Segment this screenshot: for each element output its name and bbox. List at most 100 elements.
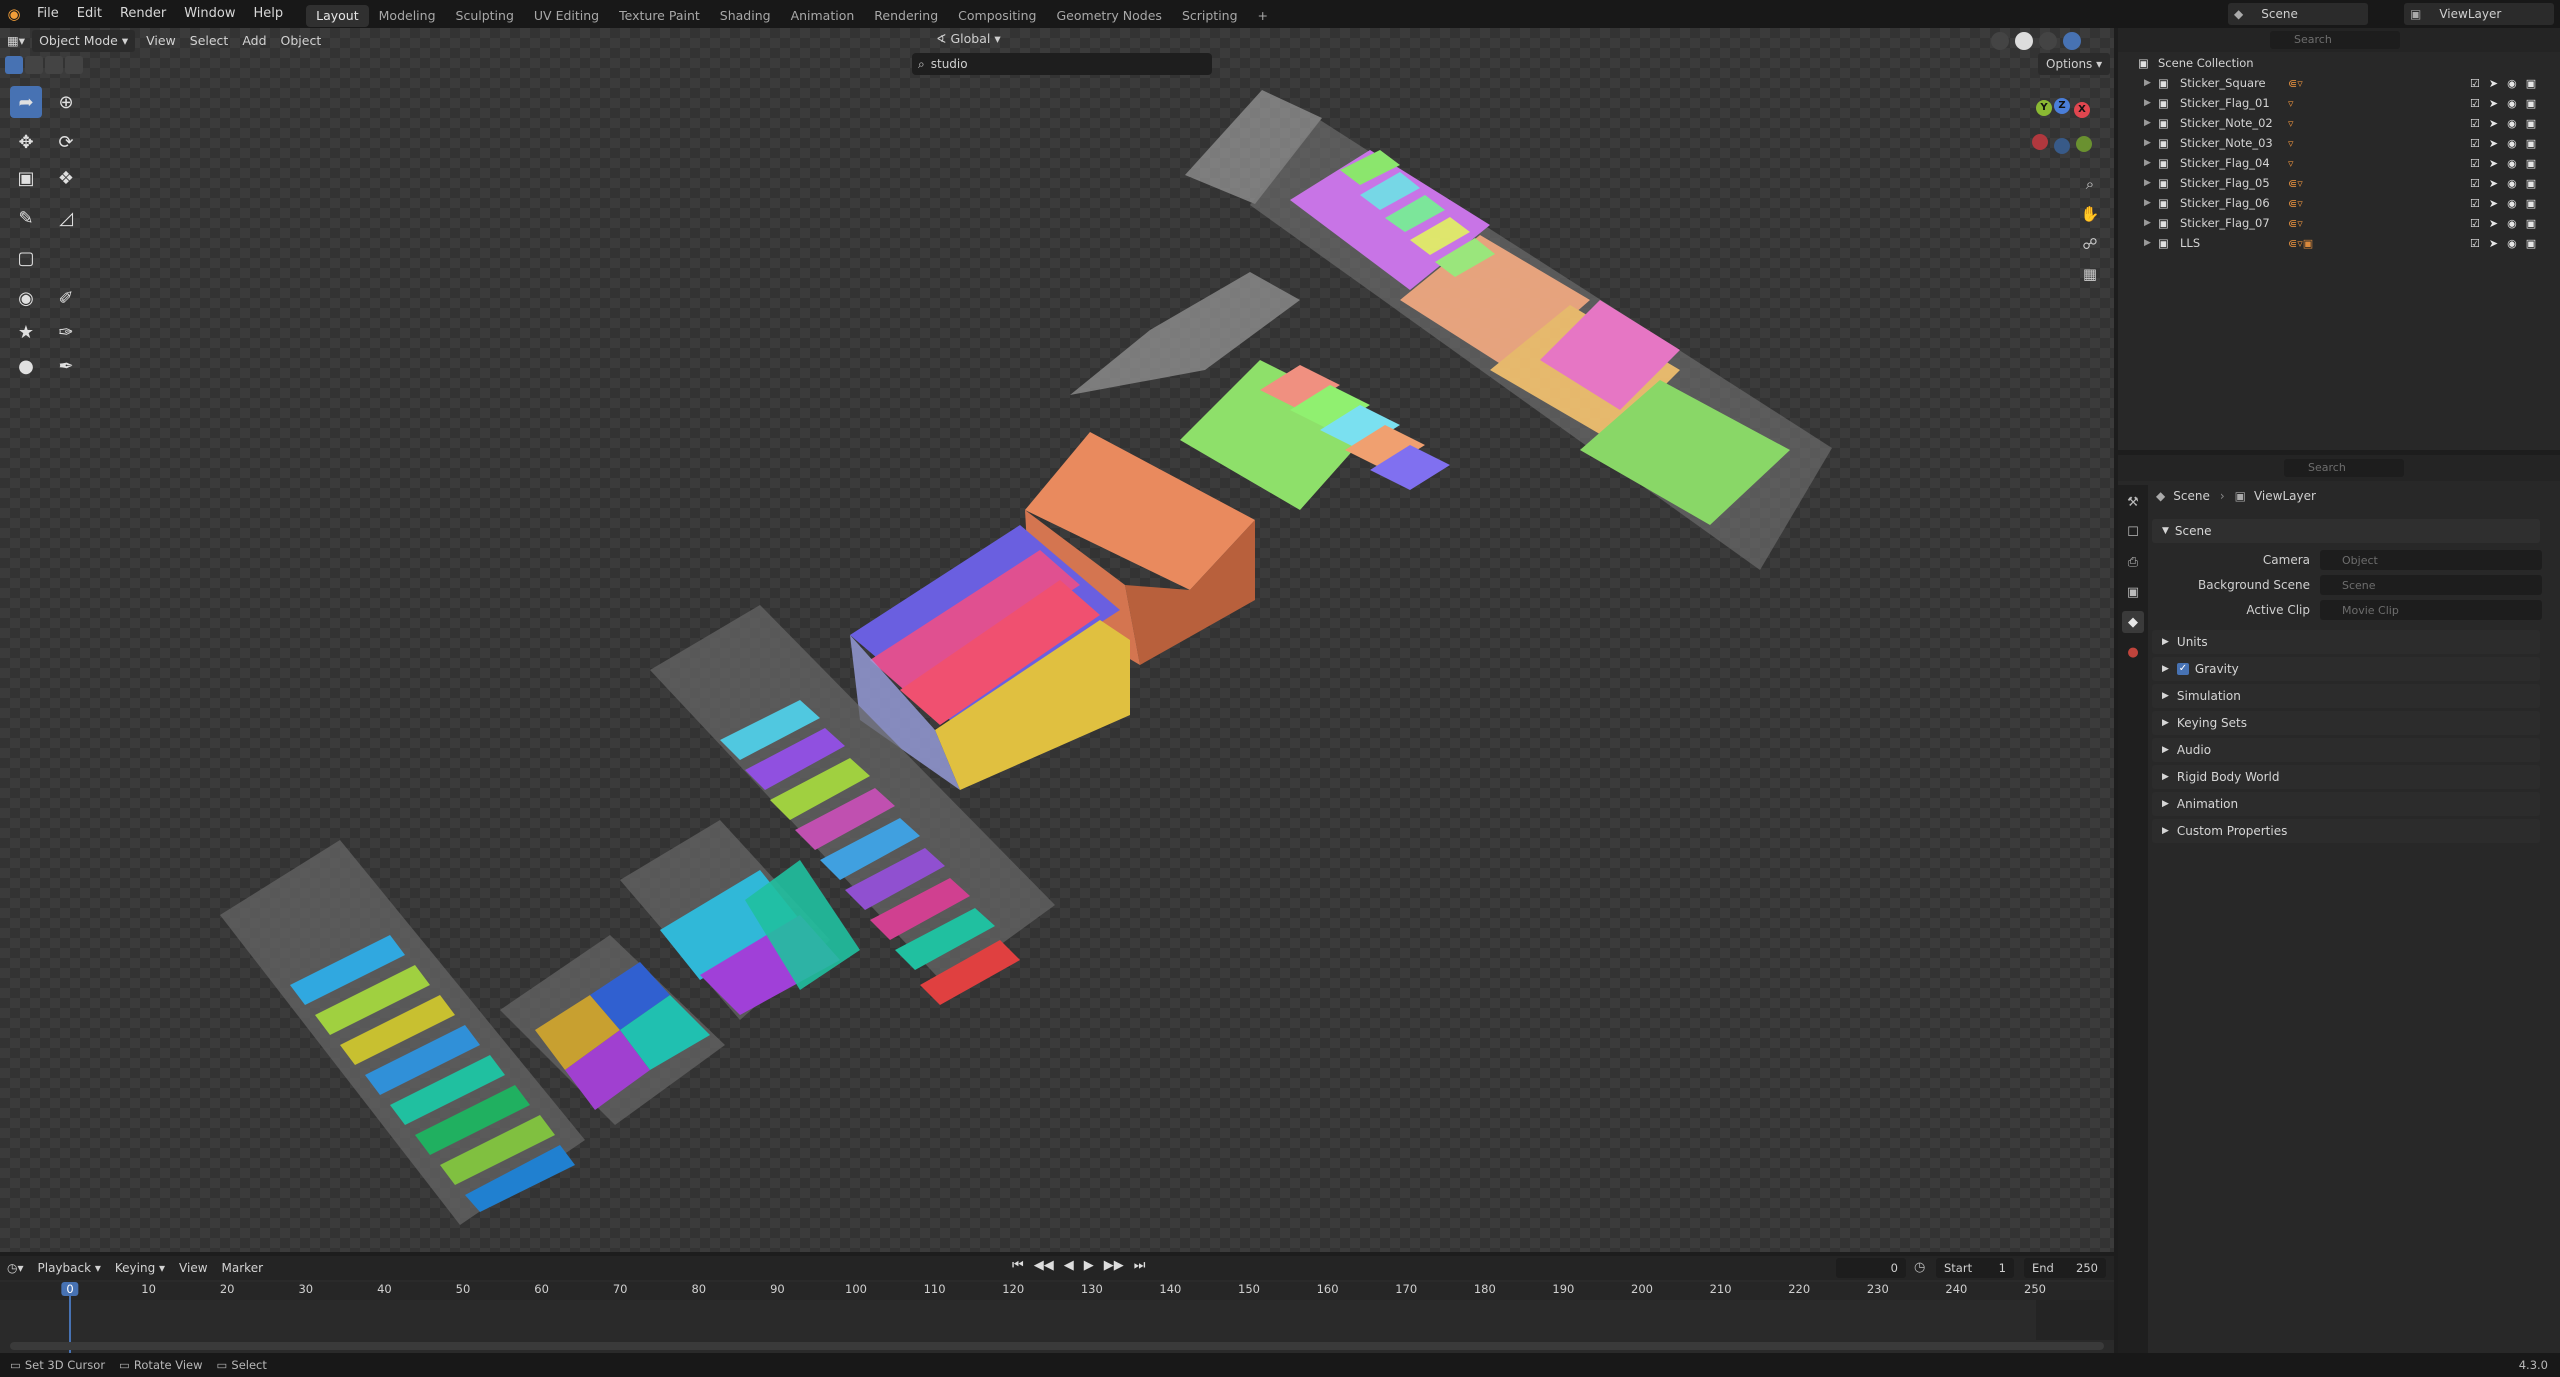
output-tab-icon[interactable]: ⎙	[2122, 551, 2144, 573]
zoom-icon[interactable]: ⌕	[2078, 172, 2102, 196]
viewlayer-selector[interactable]: ▣ ViewLayer	[2404, 3, 2554, 25]
select-subtract-icon[interactable]	[45, 56, 63, 74]
rendered-shading-icon[interactable]	[2063, 31, 2081, 50]
outliner-search-input[interactable]: Search	[2270, 31, 2400, 49]
select-arrow-icon[interactable]: ➤	[2489, 237, 2498, 250]
prev-keyframe-icon[interactable]: ◀◀	[1034, 1258, 1054, 1273]
select-arrow-icon[interactable]: ➤	[2489, 157, 2498, 170]
camera-icon[interactable]: ▣	[2526, 77, 2536, 90]
expand-arrow-icon[interactable]: ▶	[2144, 198, 2151, 208]
add-workspace-button[interactable]: +	[1248, 5, 1278, 27]
eye-icon[interactable]: ◉	[2507, 97, 2517, 110]
expand-arrow-icon[interactable]: ▶	[2144, 238, 2151, 248]
camera-icon[interactable]: ▣	[2526, 97, 2536, 110]
active-clip-field[interactable]: Movie Clip	[2320, 600, 2542, 620]
eye-icon[interactable]: ◉	[2507, 217, 2517, 230]
outliner-row[interactable]: ▶ ▣ Sticker_Flag_07 ⋐▿ ☑ ➤ ◉ ▣	[2118, 213, 2560, 233]
tool-tab-icon[interactable]: ⚒	[2122, 491, 2144, 513]
select-arrow-icon[interactable]: ➤	[2489, 197, 2498, 210]
pen-tool-icon[interactable]: ✒	[50, 350, 82, 382]
play-icon[interactable]: ▶	[1084, 1258, 1094, 1273]
stopwatch-icon[interactable]: ◷	[1914, 1260, 1925, 1275]
pin-tool-icon[interactable]: ◉	[10, 282, 42, 314]
select-arrow-icon[interactable]: ➤	[2489, 217, 2498, 230]
outliner-row[interactable]: ▶ ▣ Sticker_Flag_01 ▿ ☑ ➤ ◉ ▣	[2118, 93, 2560, 113]
eye-icon[interactable]: ◉	[2507, 77, 2517, 90]
panel-units[interactable]: ▶ Units	[2152, 630, 2540, 654]
editor-type-button[interactable]: ▦▾	[0, 30, 32, 52]
workspace-tab-compositing[interactable]: Compositing	[948, 5, 1046, 27]
timeline-menu-keying[interactable]: Keying ▾	[108, 1257, 172, 1279]
menu-render[interactable]: Render	[111, 0, 175, 28]
camera-icon[interactable]: ▣	[2526, 197, 2536, 210]
eye-icon[interactable]: ◉	[2507, 157, 2517, 170]
viewport-menu-object[interactable]: Object	[274, 30, 329, 52]
workspace-tab-geometry-nodes[interactable]: Geometry Nodes	[1047, 5, 1172, 27]
camera-icon[interactable]: ▣	[2526, 137, 2536, 150]
outliner-row[interactable]: ▶ ▣ Sticker_Note_03 ▿ ☑ ➤ ◉ ▣	[2118, 133, 2560, 153]
gizmo-x-icon[interactable]: X	[2074, 102, 2090, 118]
annotate-tool-icon[interactable]: ✎	[10, 202, 42, 234]
eye-icon[interactable]: ◉	[2507, 117, 2517, 130]
outliner-root-row[interactable]: ▣ Scene Collection	[2118, 53, 2560, 73]
outliner-row[interactable]: ▶ ▣ LLS ⋐▿▣ ☑ ➤ ◉ ▣	[2118, 233, 2560, 253]
transform-orientation[interactable]: ∢ Global ▾	[936, 31, 1001, 46]
expand-arrow-icon[interactable]: ▶	[2144, 178, 2151, 188]
view-layer-tab-icon[interactable]: ▣	[2122, 581, 2144, 603]
expand-arrow-icon[interactable]: ▶	[2144, 138, 2151, 148]
viewport-menu-view[interactable]: View	[139, 30, 183, 52]
timeline-menu-view[interactable]: View	[172, 1257, 214, 1279]
next-keyframe-icon[interactable]: ▶▶	[1104, 1258, 1124, 1273]
3d-viewport[interactable]	[0, 28, 2114, 1252]
select-intersect-icon[interactable]	[65, 56, 83, 74]
gizmo-neg-z-icon[interactable]	[2054, 138, 2070, 154]
play-reverse-icon[interactable]: ◀	[1064, 1258, 1074, 1273]
scene-selector[interactable]: ◆ Scene	[2228, 3, 2368, 25]
add-cube-tool-icon[interactable]: ▢	[10, 242, 42, 274]
brush-tool-icon[interactable]: ✐	[50, 282, 82, 314]
timeline-menu-playback[interactable]: Playback ▾	[31, 1257, 108, 1279]
camera-field[interactable]: Object	[2320, 550, 2542, 570]
properties-search-input[interactable]: Search	[2284, 459, 2404, 477]
expand-arrow-icon[interactable]: ▶	[2144, 78, 2151, 88]
timeline-editor[interactable]: ◷▾ Playback ▾ Keying ▾ View Marker ⏮ ◀◀ …	[0, 1256, 2114, 1360]
workspace-tab-shading[interactable]: Shading	[710, 5, 781, 27]
camera-icon[interactable]: ▣	[2526, 217, 2536, 230]
expand-arrow-icon[interactable]: ▶	[2144, 158, 2151, 168]
outliner-row[interactable]: ▶ ▣ Sticker_Note_02 ▿ ☑ ➤ ◉ ▣	[2118, 113, 2560, 133]
outliner-row[interactable]: ▶ ▣ Sticker_Flag_04 ▿ ☑ ➤ ◉ ▣	[2118, 153, 2560, 173]
viewport-menu-select[interactable]: Select	[183, 30, 236, 52]
smear-tool-icon[interactable]: ✑	[50, 316, 82, 348]
move-tool-icon[interactable]: ✥	[10, 126, 42, 158]
jump-start-icon[interactable]: ⏮	[1012, 1258, 1024, 1273]
eye-icon[interactable]: ◉	[2507, 197, 2517, 210]
expand-arrow-icon[interactable]: ▶	[2144, 98, 2151, 108]
transform-tool-icon[interactable]: ❖	[50, 162, 82, 194]
timeline-editor-type-icon[interactable]: ◷▾	[0, 1257, 31, 1279]
workspace-tab-texture-paint[interactable]: Texture Paint	[609, 5, 710, 27]
material-shading-icon[interactable]	[2039, 31, 2057, 50]
gizmo-neg-y-icon[interactable]	[2076, 136, 2092, 152]
scene-section-header[interactable]: ▼ Scene	[2152, 519, 2540, 543]
select-new-icon[interactable]	[5, 56, 23, 74]
measure-tool-icon[interactable]: ◿	[50, 202, 82, 234]
blender-logo-icon[interactable]: ◉	[0, 0, 28, 28]
checkbox-icon[interactable]: ☑	[2470, 197, 2480, 210]
panel-simulation[interactable]: ▶ Simulation	[2152, 684, 2540, 708]
menu-window[interactable]: Window	[175, 0, 244, 28]
workspace-tab-scripting[interactable]: Scripting	[1172, 5, 1248, 27]
pin-add-tool-icon[interactable]: ●	[10, 350, 42, 382]
panel-keying-sets[interactable]: ▶ Keying Sets	[2152, 711, 2540, 735]
background-scene-field[interactable]: Scene	[2320, 575, 2542, 595]
wireframe-shading-icon[interactable]	[1991, 31, 2009, 50]
panel-rigid-body-world[interactable]: ▶ Rigid Body World	[2152, 765, 2540, 789]
viewport-menu-add[interactable]: Add	[235, 30, 273, 52]
cursor-tool-icon[interactable]: ⊕	[50, 86, 82, 118]
gizmo-z-icon[interactable]: Z	[2054, 98, 2070, 114]
panel-gravity[interactable]: ▶ ✓ Gravity	[2152, 657, 2540, 681]
end-frame-field[interactable]: End 250	[2024, 1258, 2106, 1278]
pan-hand-icon[interactable]: ✋	[2078, 202, 2102, 226]
workspace-tab-animation[interactable]: Animation	[781, 5, 865, 27]
checkbox-icon[interactable]: ☑	[2470, 77, 2480, 90]
checkbox-icon[interactable]: ☑	[2470, 137, 2480, 150]
